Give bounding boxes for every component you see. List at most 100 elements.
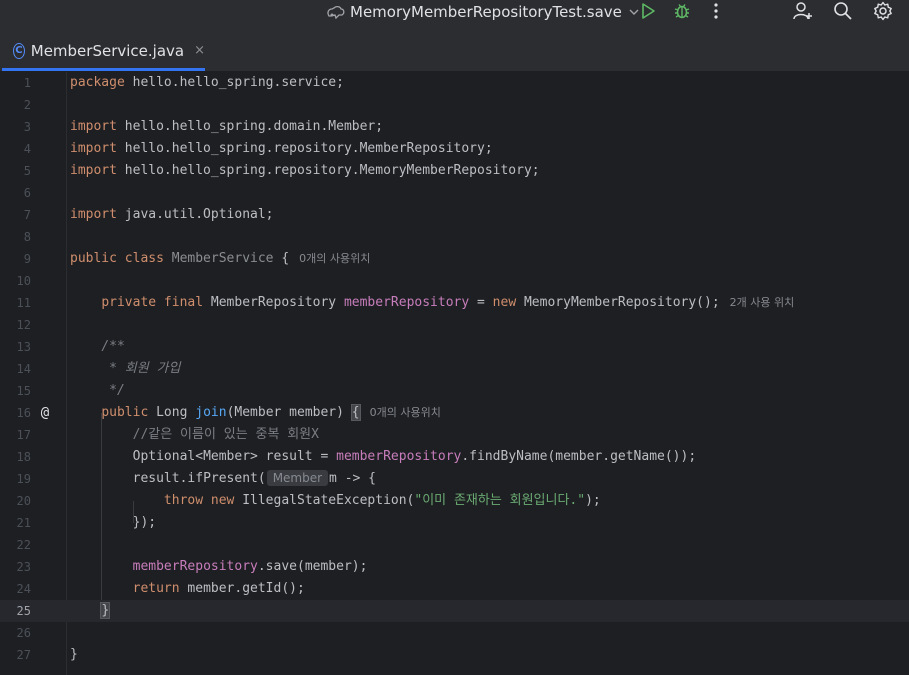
- run-config-label: MemoryMemberRepositoryTest.save: [350, 3, 622, 21]
- field-name: memberRepository: [336, 449, 462, 464]
- string-literal: "이미 존재하는 회원입니다.": [414, 493, 586, 508]
- code-line: 4 import hello.hello_spring.repository.M…: [0, 138, 909, 160]
- code-line: 16 @ public Long join(Member member) {0개…: [0, 402, 909, 424]
- line-number: 6: [23, 186, 31, 200]
- current-code-line: 25 }: [0, 600, 909, 622]
- code-text: hello.hello_spring.repository.MemoryMemb…: [116, 163, 540, 178]
- keyword: new: [492, 295, 517, 310]
- line-number: 11: [16, 296, 31, 310]
- code-line: 9 public class MemberService {0개의 사용위치: [0, 248, 909, 270]
- code-text: java.util.Optional;: [116, 207, 274, 222]
- keyword: return: [132, 581, 180, 596]
- code-text: hello.hello_spring.domain.Member;: [116, 119, 384, 134]
- line-number: 2: [23, 98, 31, 112]
- field-name: memberRepository: [343, 295, 470, 310]
- keyword: public: [101, 405, 149, 420]
- code-text: member.getId();: [179, 581, 305, 596]
- code-text: =: [469, 295, 493, 310]
- settings-icon[interactable]: [873, 1, 893, 21]
- line-number: 26: [16, 626, 31, 640]
- line-number: 21: [16, 516, 31, 530]
- type-inlay-hint: Member: [266, 470, 329, 486]
- keyword: public class: [70, 251, 164, 266]
- doc-comment: */: [101, 383, 125, 398]
- code-line: 11 private final MemberRepository member…: [0, 292, 909, 314]
- keyword: import: [70, 163, 117, 178]
- code-line: 19 result.ifPresent(Member m -> {: [0, 468, 909, 490]
- line-number: 12: [16, 318, 31, 332]
- code-line: 18 Optional<Member> result = memberRepos…: [0, 446, 909, 468]
- line-number: 27: [16, 648, 31, 662]
- code-text: hello.hello_spring.repository.MemberRepo…: [116, 141, 493, 156]
- line-number: 5: [23, 164, 31, 178]
- main-toolbar: MemoryMemberRepositoryTest.save: [0, 0, 909, 24]
- code-text: MemberRepository: [203, 295, 344, 310]
- code-line: 22: [0, 534, 909, 556]
- doc-comment: * 회원 가입: [101, 361, 181, 376]
- add-user-icon[interactable]: [793, 1, 813, 21]
- code-line: 20 throw new IllegalStateException("이미 존…: [0, 490, 909, 512]
- keyword: import: [70, 119, 117, 134]
- code-line: 21 });: [0, 512, 909, 534]
- line-number: 25: [16, 604, 31, 618]
- keyword: package: [70, 75, 125, 90]
- tab-label: MemberService.java: [30, 41, 185, 60]
- search-icon[interactable]: [833, 1, 853, 21]
- code-text: IllegalStateException(: [234, 493, 415, 508]
- code-line: 24 return member.getId();: [0, 578, 909, 600]
- code-editor[interactable]: 1 package hello.hello_spring.service; 2 …: [0, 72, 909, 675]
- line-number: 22: [16, 538, 31, 552]
- java-class-icon: C: [13, 42, 25, 59]
- keyword: import: [70, 207, 117, 222]
- code-line: 7 import java.util.Optional;: [0, 204, 909, 226]
- close-icon[interactable]: ×: [194, 43, 205, 58]
- line-number: 9: [23, 252, 31, 266]
- usages-hint[interactable]: 0개의 사용위치: [370, 406, 441, 419]
- line-number: 17: [16, 428, 31, 442]
- matched-brace: {: [350, 404, 361, 421]
- code-text: MemoryMemberRepository();: [516, 295, 720, 310]
- run-icon[interactable]: [638, 1, 658, 21]
- code-line: 2: [0, 94, 909, 116]
- code-text: (Member member): [226, 405, 352, 420]
- code-line: 5 import hello.hello_spring.repository.M…: [0, 160, 909, 182]
- class-name: MemberService: [171, 251, 274, 266]
- code-text: result.ifPresent(: [132, 471, 266, 486]
- code-line: 23 memberRepository.save(member);: [0, 556, 909, 578]
- line-number: 24: [16, 582, 31, 596]
- line-number: 4: [23, 142, 31, 156]
- run-config-icon: [327, 5, 345, 20]
- active-tab-indicator: [2, 68, 205, 71]
- keyword: private final: [101, 295, 204, 310]
- code-line: 17 //같은 이름이 있는 중복 회원X: [0, 424, 909, 446]
- usages-hint[interactable]: 0개의 사용위치: [299, 252, 370, 265]
- code-line: 26: [0, 622, 909, 644]
- code-text: m -> {: [329, 471, 377, 486]
- code-text: );: [585, 493, 601, 508]
- code-line: 1 package hello.hello_spring.service;: [0, 72, 909, 94]
- run-config-selector[interactable]: MemoryMemberRepositoryTest.save: [326, 1, 640, 23]
- debug-icon[interactable]: [672, 1, 692, 21]
- code-line: 12: [0, 314, 909, 336]
- override-marker-icon[interactable]: @: [37, 402, 53, 424]
- line-number: 1: [23, 76, 31, 90]
- code-line: 10: [0, 270, 909, 292]
- line-number: 19: [16, 472, 31, 486]
- keyword: import: [70, 141, 117, 156]
- usages-hint[interactable]: 2개 사용 위치: [730, 296, 795, 309]
- tab-member-service[interactable]: C MemberService.java ×: [0, 30, 205, 71]
- line-number: 16: [16, 406, 31, 420]
- code-line: 13 /**: [0, 336, 909, 358]
- more-vert-icon[interactable]: [706, 1, 726, 21]
- code-text: {: [273, 251, 290, 266]
- code-line: 15 */: [0, 380, 909, 402]
- code-text: }: [70, 647, 78, 662]
- code-line: 27 }: [0, 644, 909, 666]
- field-name: memberRepository: [132, 559, 258, 574]
- line-number: 14: [16, 362, 31, 376]
- code-text: });: [132, 515, 157, 530]
- line-number: 23: [16, 560, 31, 574]
- code-text: .save(member);: [257, 559, 368, 574]
- line-number: 18: [16, 450, 31, 464]
- code-line: 8: [0, 226, 909, 248]
